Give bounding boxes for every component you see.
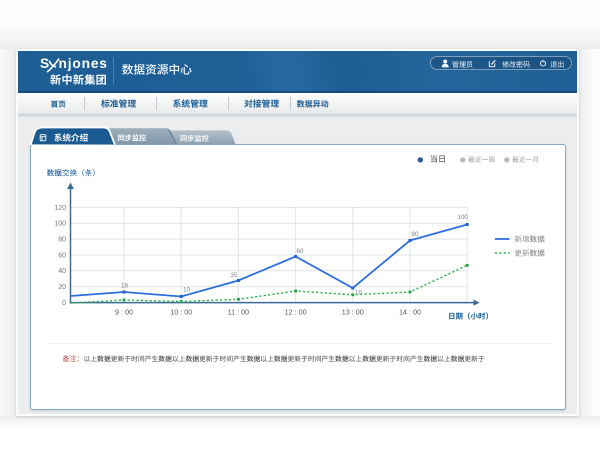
svg-text:10 : 00: 10 : 00 bbox=[170, 308, 192, 317]
svg-text:60: 60 bbox=[297, 248, 304, 255]
svg-text:80: 80 bbox=[58, 237, 66, 244]
svg-text:12 : 00: 12 : 00 bbox=[285, 308, 307, 317]
svg-text:13 : 00: 13 : 00 bbox=[342, 308, 364, 317]
svg-text:10: 10 bbox=[183, 287, 190, 294]
svg-text:10: 10 bbox=[355, 290, 362, 297]
svg-text:100: 100 bbox=[458, 214, 469, 221]
svg-text:18: 18 bbox=[121, 283, 128, 290]
svg-text:120: 120 bbox=[54, 205, 66, 212]
svg-text:100: 100 bbox=[54, 221, 66, 228]
svg-text:20: 20 bbox=[58, 284, 66, 291]
svg-text:11 : 00: 11 : 00 bbox=[228, 308, 249, 317]
svg-text:9 : 00: 9 : 00 bbox=[115, 308, 133, 317]
svg-text:0: 0 bbox=[62, 300, 66, 307]
svg-text:14 : 00: 14 : 00 bbox=[399, 308, 421, 317]
svg-text:40: 40 bbox=[58, 268, 66, 275]
svg-text:60: 60 bbox=[58, 252, 66, 259]
svg-text:35: 35 bbox=[231, 272, 238, 279]
svg-text:80: 80 bbox=[412, 231, 419, 238]
